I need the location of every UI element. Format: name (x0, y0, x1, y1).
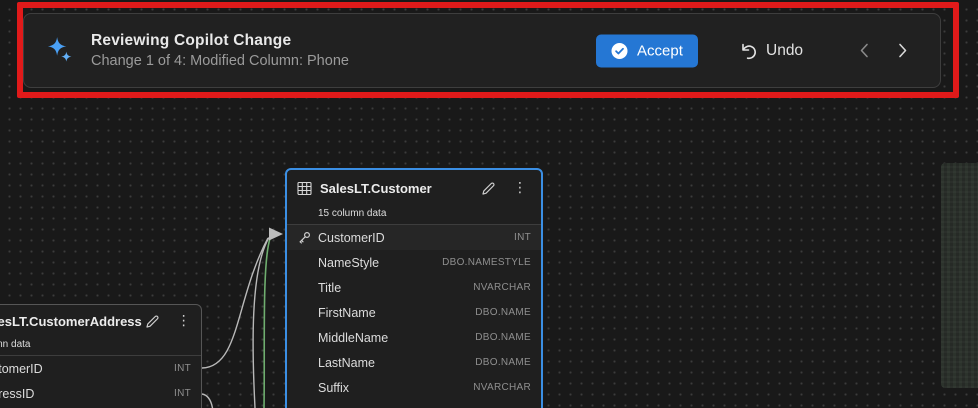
edit-table-button[interactable] (478, 178, 499, 199)
table-header[interactable]: SalesLT.CustomerAddress ⋮ (0, 305, 201, 337)
column-row[interactable]: Suffix NVARCHAR (287, 375, 541, 400)
previous-change-button[interactable] (852, 39, 876, 63)
undo-button-label: Undo (766, 42, 803, 60)
column-row[interactable]: NameStyle DBO.NAMESTYLE (287, 250, 541, 275)
column-name: LastName (318, 356, 375, 370)
column-name: MiddleName (318, 331, 388, 345)
column-row[interactable]: CustomerID INT (287, 225, 541, 250)
accept-button[interactable]: Accept (596, 34, 698, 67)
column-type: DBO.NAMESTYLE (442, 257, 531, 268)
column-type: DBO.NAME (475, 332, 531, 343)
column-type: DBO.NAME (475, 357, 531, 368)
pencil-icon (144, 313, 161, 330)
column-row[interactable]: Title NVARCHAR (287, 275, 541, 300)
column-name: Title (318, 281, 341, 295)
column-name: CustomerID (0, 362, 43, 376)
primary-key-icon (297, 231, 312, 245)
banner-title: Reviewing Copilot Change (91, 32, 349, 50)
table-node-customer-address[interactable]: SalesLT.CustomerAddress ⋮ column data Cu… (0, 304, 202, 408)
chevron-left-icon (858, 42, 871, 59)
column-row[interactable]: CustomerID INT (0, 356, 201, 381)
chevron-right-icon (896, 42, 909, 59)
banner-text-block: Reviewing Copilot Change Change 1 of 4: … (91, 32, 349, 69)
table-grid-icon (297, 181, 312, 196)
copilot-review-banner: Reviewing Copilot Change Change 1 of 4: … (23, 13, 941, 88)
column-type: INT (514, 232, 531, 243)
pencil-icon (480, 180, 497, 197)
column-name: CustomerID (318, 231, 385, 245)
edge-arrowhead (269, 228, 283, 241)
column-row[interactable]: LastName DBO.NAME (287, 350, 541, 375)
offscreen-table-fragment[interactable] (941, 163, 978, 388)
column-type: INT (174, 388, 191, 399)
relationship-edge-green (264, 239, 270, 408)
column-row[interactable]: AddressID INT (0, 381, 201, 406)
next-change-button[interactable] (890, 39, 914, 63)
table-title: SalesLT.CustomerAddress (0, 314, 142, 329)
column-name: FirstName (318, 306, 376, 320)
relationship-edge (202, 394, 213, 408)
column-type: NVARCHAR (473, 382, 531, 393)
undo-button[interactable]: Undo (734, 37, 807, 65)
table-more-options-button[interactable]: ⋮ (509, 181, 531, 195)
table-more-options-button[interactable]: ⋮ (173, 314, 195, 328)
column-row[interactable]: MiddleName DBO.NAME (287, 325, 541, 350)
column-type: DBO.NAME (475, 307, 531, 318)
banner-subtitle: Change 1 of 4: Modified Column: Phone (91, 53, 349, 69)
column-name: Suffix (318, 381, 349, 395)
undo-icon (738, 41, 758, 61)
table-header[interactable]: SalesLT.Customer ⋮ (287, 170, 541, 206)
table-node-customer[interactable]: SalesLT.Customer ⋮ 15 column data Custom… (285, 168, 543, 408)
edit-table-button[interactable] (142, 311, 163, 332)
column-name: NameStyle (318, 256, 379, 270)
check-circle-icon (611, 42, 628, 59)
column-row[interactable]: FirstName DBO.NAME (287, 300, 541, 325)
column-type: NVARCHAR (473, 282, 531, 293)
schema-designer-canvas[interactable]: Reviewing Copilot Change Change 1 of 4: … (0, 0, 978, 408)
relationship-edge (202, 238, 268, 368)
table-column-count: 15 column data (287, 206, 541, 225)
table-title: SalesLT.Customer (320, 181, 432, 196)
column-type: INT (174, 363, 191, 374)
copilot-sparkle-icon (45, 36, 75, 66)
column-name: AddressID (0, 387, 34, 401)
relationship-edge (253, 238, 269, 408)
table-column-count: column data (0, 337, 201, 356)
accept-button-label: Accept (637, 42, 683, 59)
